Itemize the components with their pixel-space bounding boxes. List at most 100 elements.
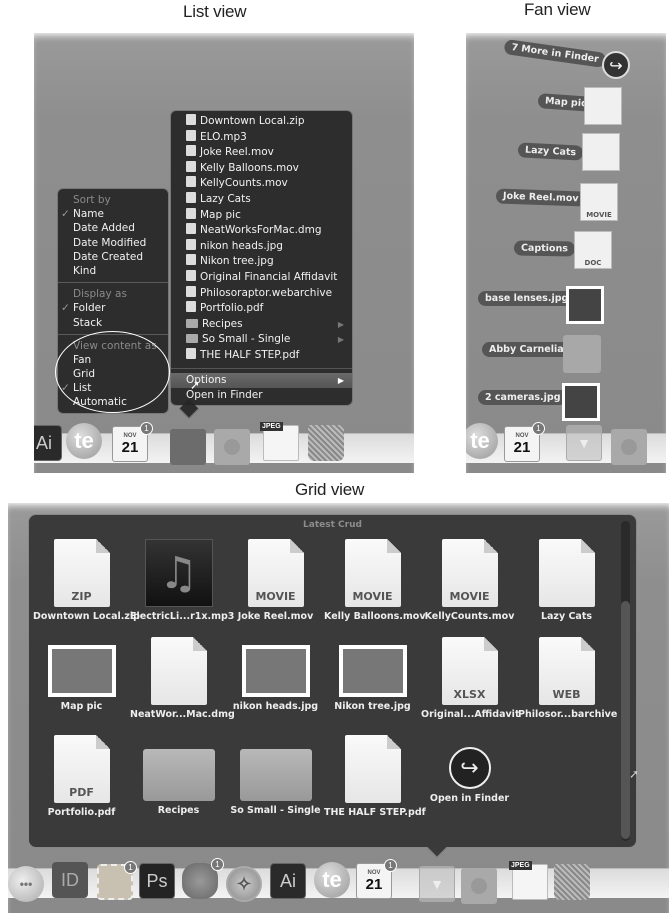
list-item[interactable]: Joke Reel.mov [171,145,352,161]
textexpander-label: te [470,428,490,453]
calendar-dock-icon[interactable]: NOV 21 1 [504,422,545,462]
fan-item-label[interactable]: Lazy Cats [517,142,584,161]
textexpander-dock-icon[interactable]: te [66,423,102,459]
list-item[interactable]: So Small - Single ▶ [171,332,352,348]
grid-item[interactable]: WEB Philosor...barchive [518,637,617,720]
jpeg-file-dock-icon[interactable]: JPEG [509,861,548,900]
grid-item[interactable]: MOVIE Joke Reel.mov [227,539,324,622]
list-item[interactable]: Portfolio.pdf [171,301,352,317]
grid-item-label: Open in Finder [429,793,510,804]
movie-alias-icon [186,145,196,157]
illustrator-dock-icon[interactable]: Ai [34,425,62,461]
grid-item[interactable]: PDF Portfolio.pdf [33,735,130,818]
photo-thumbnail [241,645,310,697]
scrollbar-thumb[interactable] [621,601,630,839]
doc-file-icon[interactable]: DOC [574,231,612,269]
calendar-dock-icon[interactable]: NOV 21 1 [112,422,153,462]
list-item[interactable]: Recipes ▶ [171,317,352,333]
photo-thumbnail[interactable] [562,383,600,421]
calendar-dock-icon[interactable]: NOV 21 1 [356,859,397,899]
grid-item[interactable]: MOVIE Kelly Balloons.mov [324,539,426,622]
grid-item[interactable]: ZIP Downtown Local.zip [33,539,140,622]
blank-document-icon[interactable] [582,133,620,171]
grid-item[interactable]: XLSX Original...Affidavit [421,637,519,720]
stack-title: Latest Crud [303,520,362,530]
grid-item[interactable]: nikon heads.jpg [227,637,324,712]
list-item[interactable]: Nikon tree.jpg [171,254,352,270]
calendar-day: 21 [513,438,531,456]
list-item[interactable]: nikon heads.jpg [171,238,352,255]
grid-item-label: Map pic [60,701,103,712]
list-item[interactable]: THE HALF STEP.pdf [171,347,352,364]
list-item[interactable]: Downtown Local.zip [171,114,352,130]
fan-item-label[interactable]: Captions [513,240,576,257]
page-fold [95,539,110,553]
map-thumbnail[interactable] [584,87,622,125]
grid-item[interactable]: Lazy Cats [518,539,615,622]
finder-arrow-icon[interactable]: ↪ [602,51,630,79]
trash-icon[interactable] [308,425,344,461]
list-item[interactable]: ELO.mp3 [171,129,352,146]
stack-open-dock-icon[interactable]: ▼ [419,866,455,902]
movie-file-icon[interactable]: MOVIE [580,183,618,221]
fan-item-label[interactable]: 7 More in Finder [503,38,607,69]
grid-item-label: So Small - Single [230,805,321,816]
stack-open-dock-icon[interactable]: ▼ [566,425,602,461]
section-header: Sort by [73,194,111,206]
grid-item[interactable]: ↪ Open in Finder [421,735,518,804]
fan-item-label[interactable]: Abby Carnelia [482,342,571,357]
grid-item[interactable]: THE HALF STEP.pdf [324,735,426,818]
grid-item[interactable]: Map pic [33,637,130,712]
fan-item-label[interactable]: base lenses.jpg [478,291,576,306]
list-item[interactable]: Map pic [171,207,352,224]
grid-item[interactable]: NeatWor...Mac.dmg [130,637,235,720]
fan-item-label[interactable]: Joke Reel.mov [495,188,586,207]
list-item[interactable]: NeatWorksForMac.dmg [171,223,352,239]
downloads-stack-icon[interactable] [611,429,647,465]
downloads-stack-icon[interactable] [214,429,250,465]
textexpander-dock-icon[interactable]: te [314,862,350,898]
list-item[interactable]: Philosoraptor.webarchive [171,285,352,302]
folder-icon[interactable] [563,335,601,373]
trash-icon[interactable] [554,864,590,900]
grid-item[interactable]: Nikon tree.jpg [324,637,421,712]
list-item[interactable]: Lazy Cats [171,191,352,208]
option-name[interactable]: ✓ Name [58,207,168,221]
option-kind[interactable]: Kind [58,264,168,278]
mail-dock-icon[interactable]: 1 [97,861,137,900]
latest-crud-stack-icon[interactable] [170,429,206,465]
folder-icon [186,318,198,328]
safari-dock-icon[interactable]: ✧ [226,866,262,902]
file-icon: MOVIE [247,539,304,607]
option-date-added[interactable]: Date Added [58,221,168,235]
jpeg-file-dock-icon[interactable]: JPEG [260,422,299,461]
textexpander-label: te [322,867,342,892]
fan-item-label[interactable]: 2 cameras.jpg [478,390,568,405]
illustrator-dock-icon[interactable]: Ai [270,863,306,899]
photoshop-dock-icon[interactable]: Ps [139,863,175,899]
indesign-dock-icon[interactable]: ID [52,862,88,898]
option-stack[interactable]: Stack [58,316,168,330]
folder-icon [142,749,215,801]
brain-app-dock-icon[interactable]: 1 [182,858,224,899]
scrollbar[interactable] [621,521,630,841]
list-item[interactable]: Kelly Balloons.mov [171,160,352,177]
grid-item-label: Kelly Balloons.mov [324,611,426,622]
messages-dock-icon[interactable]: ••• [8,866,44,902]
option-date-modified[interactable]: Date Modified [58,236,168,250]
grid-item[interactable]: MOVIE KellyCounts.mov [421,539,518,622]
file-type-label: MOVIE [586,211,612,219]
list-item[interactable]: Original Financial Affidavit [171,269,352,286]
file-icon: WEB [538,637,595,705]
list-item-label: Joke Reel.mov [200,146,274,159]
option-date-created[interactable]: Date Created [58,250,168,264]
grid-item[interactable]: ♫ ElectricLi...r1x.mp3 [130,539,234,622]
list-item[interactable]: KellyCounts.mov [171,176,352,192]
option-folder[interactable]: ✓ Folder [58,301,168,315]
grid-item[interactable]: So Small - Single [227,735,324,816]
grid-item[interactable]: Recipes [130,735,227,816]
section-header: Display as [73,288,127,301]
photo-thumbnail[interactable] [566,286,604,324]
downloads-stack-icon[interactable] [461,868,497,904]
list-item-label: THE HALF STEP.pdf [200,348,300,361]
